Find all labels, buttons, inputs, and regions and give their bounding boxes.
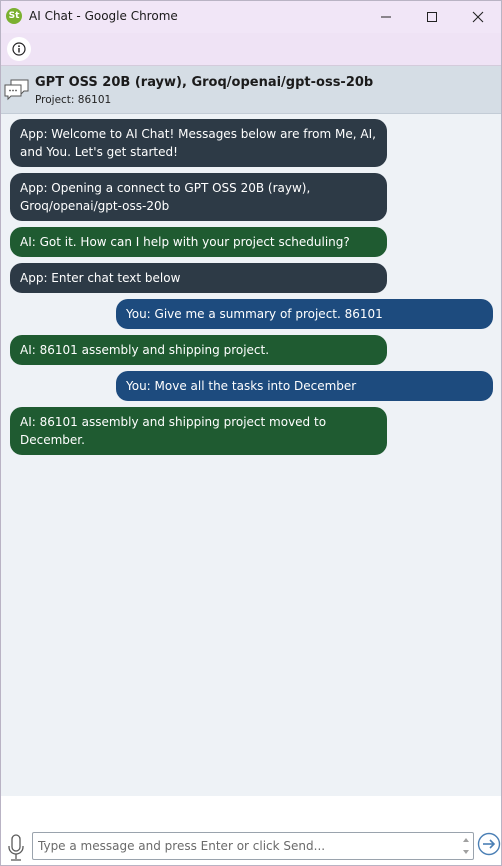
info-icon <box>12 42 26 56</box>
chat-bubbles-icon <box>4 79 29 101</box>
send-arrow-icon[interactable] <box>477 832 501 856</box>
close-icon <box>472 11 484 23</box>
maximize-button[interactable] <box>409 1 455 33</box>
message-app: App: Enter chat text below <box>10 263 387 293</box>
browser-window: St AI Chat - Google Chrome GPT OSS 20B (… <box>0 0 502 866</box>
input-scroll-arrows-icon[interactable] <box>461 835 471 857</box>
input-area <box>1 796 501 865</box>
chat-project-label: Project: 86101 <box>35 94 112 106</box>
message-list: App: Welcome to AI Chat! Messages below … <box>1 114 501 796</box>
site-info-button[interactable] <box>7 37 31 61</box>
message-you: You: Move all the tasks into December <box>116 371 493 401</box>
close-button[interactable] <box>455 1 501 33</box>
microphone-icon[interactable] <box>6 834 26 862</box>
message-ai: AI: 86101 assembly and shipping project … <box>10 407 387 455</box>
minimize-icon <box>381 16 391 18</box>
title-bar: St AI Chat - Google Chrome <box>1 1 501 33</box>
message-app: App: Welcome to AI Chat! Messages below … <box>10 119 387 167</box>
window-title: AI Chat - Google Chrome <box>29 9 178 23</box>
message-input[interactable] <box>32 832 474 860</box>
message-ai: AI: 86101 assembly and shipping project. <box>10 335 387 365</box>
st-logo-icon: St <box>6 8 22 24</box>
browser-toolbar <box>1 33 501 66</box>
message-you: You: Give me a summary of project. 86101 <box>116 299 493 329</box>
chat-model-title: GPT OSS 20B (rayw), Groq/openai/gpt-oss-… <box>35 75 374 90</box>
minimize-button[interactable] <box>363 1 409 33</box>
message-app: App: Opening a connect to GPT OSS 20B (r… <box>10 173 387 221</box>
message-ai: AI: Got it. How can I help with your pro… <box>10 227 387 257</box>
maximize-icon <box>427 12 437 22</box>
chat-header: GPT OSS 20B (rayw), Groq/openai/gpt-oss-… <box>1 66 501 114</box>
